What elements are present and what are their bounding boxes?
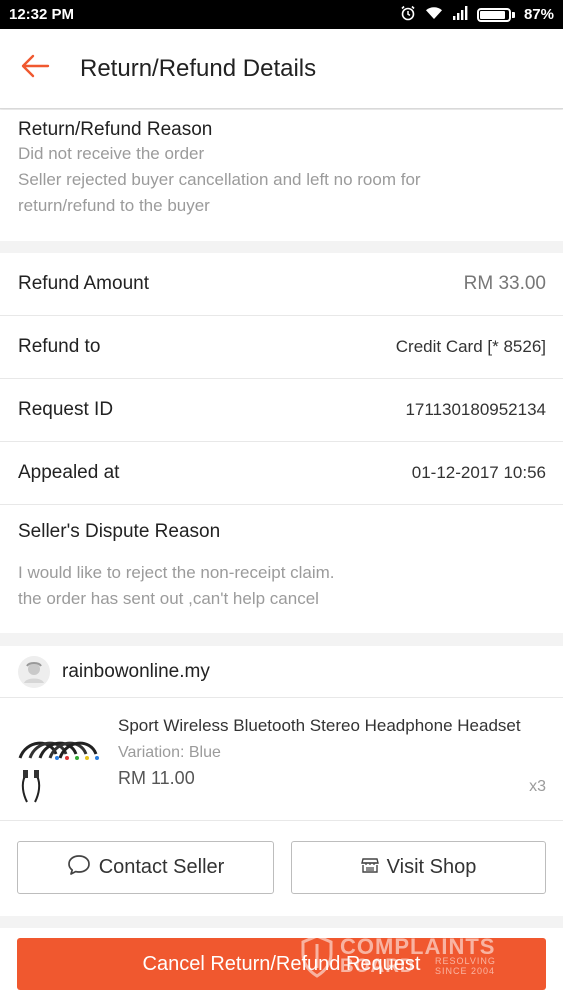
wifi-icon xyxy=(425,6,443,24)
refund-reason-line: return/refund to the buyer xyxy=(18,196,210,215)
appealed-at-value: 01-12-2017 10:56 xyxy=(411,463,546,482)
product-price: RM 11.00 xyxy=(118,768,195,788)
shop-actions: Contact Seller Visit Shop xyxy=(0,821,563,916)
refund-reason-line: Did not receive the order xyxy=(18,144,205,163)
seller-dispute-line: the order has sent out ,can't help cance… xyxy=(18,589,319,608)
refund-amount-label: Refund Amount xyxy=(18,273,149,294)
status-icons: 87% xyxy=(400,5,554,25)
battery-percent: 87% xyxy=(523,6,554,23)
signal-icon xyxy=(452,5,468,24)
back-button[interactable] xyxy=(0,29,70,109)
alarm-icon xyxy=(400,5,416,25)
product-item[interactable]: Sport Wireless Bluetooth Stereo Headphon… xyxy=(0,698,563,821)
status-time: 12:32 PM xyxy=(9,6,75,23)
product-name: Sport Wireless Bluetooth Stereo Headphon… xyxy=(118,716,521,735)
seller-dispute-line: I would like to reject the non-receipt c… xyxy=(18,563,335,582)
refund-reason-section: Return/Refund Reason Did not receive the… xyxy=(0,110,563,241)
request-id-value: 171130180952134 xyxy=(405,400,546,419)
seller-dispute-section: Seller's Dispute Reason I would like to … xyxy=(0,505,563,612)
refund-details-section: Refund Amount RM 33.00 Refund to Credit … xyxy=(0,253,563,633)
appealed-at-label: Appealed at xyxy=(18,462,120,483)
refund-to-label: Refund to xyxy=(18,336,101,357)
status-bar: 12:32 PM 87% xyxy=(0,0,563,29)
shop-avatar xyxy=(18,655,50,688)
shop-section: rainbowonline.my Sport Wireless Bluetoot… xyxy=(0,646,563,916)
request-id-row: Request ID 171130180952134 xyxy=(0,379,563,442)
cancel-refund-request-label: Cancel Return/Refund Request xyxy=(142,952,421,975)
app-bar: Return/Refund Details xyxy=(0,29,563,109)
page-title: Return/Refund Details xyxy=(80,54,317,82)
request-id-label: Request ID xyxy=(18,399,114,420)
appealed-at-row: Appealed at 01-12-2017 10:56 xyxy=(0,442,563,505)
refund-reason-line: Seller rejected buyer cancellation and l… xyxy=(18,170,421,189)
contact-seller-label: Contact Seller xyxy=(98,856,225,878)
product-quantity: x3 xyxy=(529,778,546,795)
cancel-refund-request-button[interactable]: Cancel Return/Refund Request xyxy=(17,938,546,990)
visit-shop-button[interactable]: Visit Shop xyxy=(291,841,546,894)
shop-header[interactable]: rainbowonline.my xyxy=(0,646,563,698)
refund-reason-title: Return/Refund Reason xyxy=(18,119,213,140)
refund-amount-value: RM 33.00 xyxy=(463,273,546,294)
bottom-action-bar: Cancel Return/Refund Request xyxy=(0,928,563,1000)
product-variation: Variation: Blue xyxy=(118,744,221,761)
refund-to-value: Credit Card [* 8526] xyxy=(395,337,546,356)
chat-bubble-icon xyxy=(67,854,91,882)
contact-seller-button[interactable]: Contact Seller xyxy=(17,841,274,894)
product-image xyxy=(15,728,105,808)
arrow-left-icon xyxy=(20,54,50,83)
refund-to-row: Refund to Credit Card [* 8526] xyxy=(0,316,563,379)
shop-name: rainbowonline.my xyxy=(62,660,210,682)
storefront-icon xyxy=(360,856,379,880)
battery-icon xyxy=(476,7,511,22)
seller-dispute-title: Seller's Dispute Reason xyxy=(18,521,221,542)
visit-shop-label: Visit Shop xyxy=(386,856,477,878)
refund-amount-row: Refund Amount RM 33.00 xyxy=(0,253,563,316)
